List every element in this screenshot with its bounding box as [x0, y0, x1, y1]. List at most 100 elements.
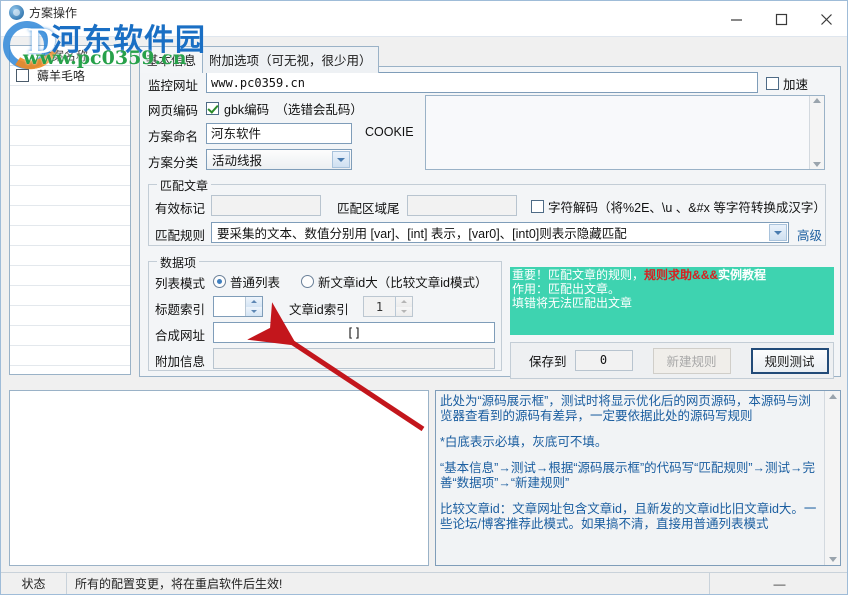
- cookie-scrollbar[interactable]: [809, 96, 824, 169]
- list-item-empty: [10, 326, 130, 346]
- list-item-empty: [10, 166, 130, 186]
- accelerate-label: 加速: [783, 78, 809, 92]
- advanced-link[interactable]: 高级: [797, 225, 822, 244]
- rule-test-button[interactable]: 规则测试: [750, 347, 829, 374]
- instructions-scrollbar[interactable]: [824, 391, 840, 565]
- article-id-index-value: 1: [375, 299, 384, 314]
- accelerate-checkbox[interactable]: [766, 77, 779, 90]
- app-icon: [9, 5, 24, 20]
- list-item-empty: [10, 266, 130, 286]
- region-tail-label: 匹配区域尾: [337, 202, 400, 216]
- rule-help-link[interactable]: 规则求助: [644, 268, 692, 282]
- window-controls: [714, 1, 847, 37]
- save-to-input[interactable]: 0: [574, 350, 633, 371]
- list-mode-label: 列表模式: [155, 277, 206, 291]
- monitor-url-label: 监控网址: [148, 79, 199, 93]
- monitor-url-input[interactable]: www.pc0359.cn: [206, 72, 758, 93]
- source-code-value: [10, 391, 428, 397]
- article-id-index-label: 文章id索引: [289, 303, 349, 317]
- scroll-down-icon[interactable]: [828, 557, 837, 562]
- decode-checkbox[interactable]: [531, 200, 544, 213]
- source-code-display-box[interactable]: [9, 390, 429, 566]
- list-item-empty: [10, 306, 130, 326]
- stepper-up-icon[interactable]: [396, 297, 412, 307]
- stepper-up-icon[interactable]: [246, 297, 262, 307]
- instructions-paragraph-2: *白底表示必填，灰底可不填。: [440, 435, 608, 449]
- scroll-down-icon[interactable]: [813, 162, 821, 167]
- title-index-value: [214, 297, 245, 316]
- cookie-label: COOKIE: [365, 125, 414, 139]
- plan-category-label: 方案分类: [148, 156, 199, 170]
- match-rule-select[interactable]: 要采集的文本、数值分别用 [var]、[int] 表示，[var0]、[int0…: [211, 222, 789, 243]
- scroll-up-icon[interactable]: [813, 98, 821, 103]
- encoding-label: 网页编码: [148, 104, 199, 118]
- instructions-paragraph-3: “基本信息”→测试→根据“源码展示框”的代码写“匹配规则”→测试→完善“数据项”…: [440, 461, 815, 490]
- new-rule-button[interactable]: 新建规则: [652, 347, 731, 374]
- stepper-down-icon[interactable]: [396, 306, 412, 316]
- list-item-empty: [10, 246, 130, 266]
- extra-info-input[interactable]: [213, 348, 495, 369]
- gbk-encoding-checkbox[interactable]: [206, 102, 219, 115]
- title-bar-left: 方案操作: [9, 4, 77, 21]
- stepper-down-icon[interactable]: [246, 306, 262, 316]
- save-to-label: 保存到: [529, 355, 567, 369]
- accelerate-checkbox-group[interactable]: 加速: [766, 74, 808, 93]
- compose-url-input[interactable]: []: [213, 322, 495, 343]
- plan-list-header: 方案名称: [10, 46, 130, 66]
- title-index-stepper-buttons[interactable]: [245, 297, 262, 316]
- scroll-up-icon[interactable]: [828, 394, 837, 399]
- region-tail-input[interactable]: [407, 195, 517, 216]
- match-article-group-title: 匹配文章: [157, 177, 212, 194]
- compose-url-label: 合成网址: [155, 329, 206, 343]
- encoding-checkbox-group[interactable]: gbk编码 （选错会乱码）: [206, 99, 363, 118]
- close-icon[interactable]: [804, 1, 847, 37]
- plan-checkbox[interactable]: [16, 69, 29, 82]
- rule-help-separator: &&&: [692, 268, 719, 282]
- minimize-icon[interactable]: [714, 1, 759, 37]
- cookie-textarea[interactable]: [425, 95, 825, 170]
- title-bar: 方案操作: [1, 1, 847, 37]
- status-message: 所有的配置变更，将在重启软件后生效!: [75, 577, 283, 591]
- rule-help-prefix: 重要！匹配文章的规则，: [512, 268, 645, 282]
- plan-name-input[interactable]: 河东软件: [206, 123, 352, 144]
- tab-extra-options[interactable]: 附加选项（可无视，很少用）: [202, 46, 379, 73]
- title-index-label: 标题索引: [155, 303, 206, 317]
- list-item-empty: [10, 86, 130, 106]
- window-title: 方案操作: [29, 6, 78, 20]
- instructions-panel[interactable]: 此处为“源码展示框”，测试时将显示优化后的网页源码，本源码与浏览器查看到的源码有…: [435, 390, 841, 566]
- chevron-down-icon[interactable]: [332, 151, 350, 168]
- plan-category-select[interactable]: 活动线报: [206, 149, 352, 170]
- match-rule-value: 要采集的文本、数值分别用 [var]、[int] 表示，[var0]、[int0…: [217, 227, 627, 241]
- article-id-index-stepper-buttons[interactable]: [395, 297, 412, 316]
- rule-help-line-3: 填错将无法匹配出文章: [512, 296, 633, 310]
- decode-checkbox-group[interactable]: 字符解码（将%2E、\u 、&#x 等字符转换成汉字）: [531, 197, 826, 216]
- rule-help-line-1: 重要！匹配文章的规则，规则求助&&&实例教程: [512, 268, 832, 282]
- radio-normal-list[interactable]: 普通列表: [213, 272, 280, 291]
- list-item[interactable]: 薅羊毛咯: [10, 66, 130, 86]
- chevron-down-icon[interactable]: [769, 224, 787, 241]
- list-item-empty: [10, 106, 130, 126]
- decode-label: 字符解码（将%2E、\u 、&#x 等字符转换成汉字）: [548, 201, 826, 215]
- list-item-empty: [10, 146, 130, 166]
- rule-help-tutorial-link[interactable]: 实例教程: [718, 268, 766, 282]
- list-item-empty: [10, 186, 130, 206]
- plan-name-label: 薅羊毛咯: [37, 68, 86, 83]
- title-index-stepper[interactable]: [213, 296, 263, 317]
- rule-help-line-2: 作用：匹配出文章。: [512, 282, 621, 296]
- radio-normal-list-label: 普通列表: [230, 276, 281, 290]
- instructions-paragraph-4: 比较文章id：文章网址包含文章id，且新发的文章id比旧文章id大。一些论坛/博…: [440, 502, 817, 531]
- status-label: 状态: [1, 573, 67, 594]
- article-id-index-stepper[interactable]: 1: [363, 296, 413, 317]
- plan-list[interactable]: 方案名称 薅羊毛咯: [9, 45, 131, 375]
- valid-mark-input[interactable]: [211, 195, 321, 216]
- maximize-icon[interactable]: [759, 1, 804, 37]
- list-item-empty: [10, 286, 130, 306]
- data-items-group-title: 数据项: [157, 254, 200, 271]
- list-item-empty: [10, 346, 130, 366]
- tab-basic-info[interactable]: 基本信息: [139, 46, 204, 73]
- radio-normal-list-dot[interactable]: [213, 275, 226, 288]
- radio-new-article-id-dot[interactable]: [301, 275, 314, 288]
- radio-new-article-id[interactable]: 新文章id大（比较文章id模式）: [301, 272, 487, 291]
- list-item-empty: [10, 126, 130, 146]
- radio-new-article-id-label: 新文章id大（比较文章id模式）: [318, 276, 488, 290]
